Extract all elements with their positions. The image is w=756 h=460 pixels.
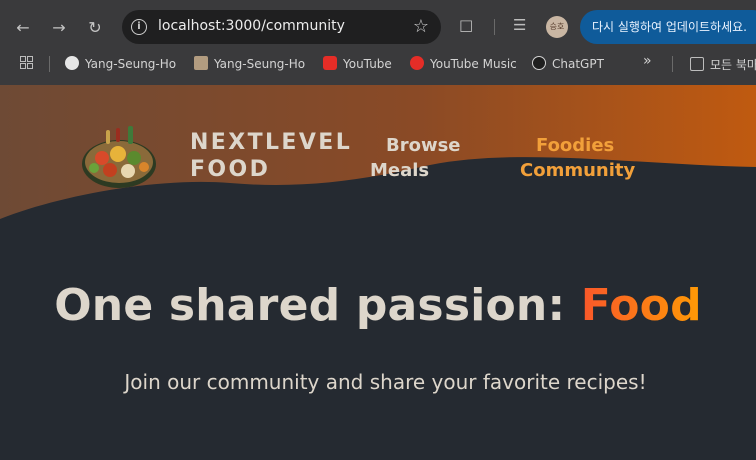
github-icon: [65, 56, 79, 70]
update-relaunch-button[interactable]: 다시 실행하여 업데이트하세요.: [580, 10, 756, 44]
youtube-icon: [323, 56, 337, 70]
bookmark-star-icon[interactable]: ☆: [413, 16, 429, 37]
hero-subtitle: Join our community and share your favori…: [124, 370, 647, 394]
bookmark-item[interactable]: Yang-Seung-Ho: [65, 56, 176, 71]
profile-photo-icon: [194, 56, 208, 70]
bookmarks-bar: Yang-Seung-Ho Yang-Seung-Ho YouTube YouT…: [0, 50, 756, 78]
address-bar[interactable]: i localhost:3000/community ☆: [122, 10, 441, 44]
youtube-music-icon: [410, 56, 424, 70]
url-text[interactable]: localhost:3000/community: [158, 18, 345, 34]
folder-icon: [690, 57, 704, 71]
reload-icon[interactable]: ↻: [84, 17, 106, 39]
bookmarks-overflow-button[interactable]: »: [643, 53, 652, 69]
hero-title-accent: Food: [580, 280, 702, 331]
extensions-puzzle-icon[interactable]: □: [459, 16, 473, 34]
nav-link-browse-meals[interactable]: Browse Meals: [370, 133, 461, 183]
hero-title: One shared passion: Food: [54, 280, 702, 331]
browser-chrome: ← → ↻ i localhost:3000/community ☆ □ ☰ 승…: [0, 0, 756, 85]
forward-arrow-icon[interactable]: →: [48, 17, 70, 39]
site-info-icon[interactable]: i: [131, 19, 147, 35]
bookmark-divider: [672, 56, 673, 72]
back-arrow-icon[interactable]: ←: [12, 17, 34, 39]
all-bookmarks-folder[interactable]: 모든 북마: [690, 56, 756, 73]
media-control-icon[interactable]: ☰: [513, 16, 526, 34]
site-brand-title[interactable]: NEXTLEVEL FOOD: [190, 129, 352, 183]
bookmark-item[interactable]: YouTube: [323, 56, 392, 71]
profile-avatar[interactable]: 승호: [546, 16, 568, 38]
bookmark-item[interactable]: Yang-Seung-Ho: [194, 56, 305, 71]
chatgpt-icon: [532, 56, 546, 70]
bookmark-item[interactable]: YouTube Music: [410, 56, 517, 71]
page-content: NEXTLEVEL FOOD Browse Meals Foodies Comm…: [0, 85, 756, 460]
bookmark-item[interactable]: ChatGPT: [532, 56, 604, 71]
toolbar-divider: [494, 19, 495, 35]
nav-link-foodies-community[interactable]: Foodies Community: [520, 133, 635, 183]
logo-food-plate-icon[interactable]: [80, 120, 158, 190]
